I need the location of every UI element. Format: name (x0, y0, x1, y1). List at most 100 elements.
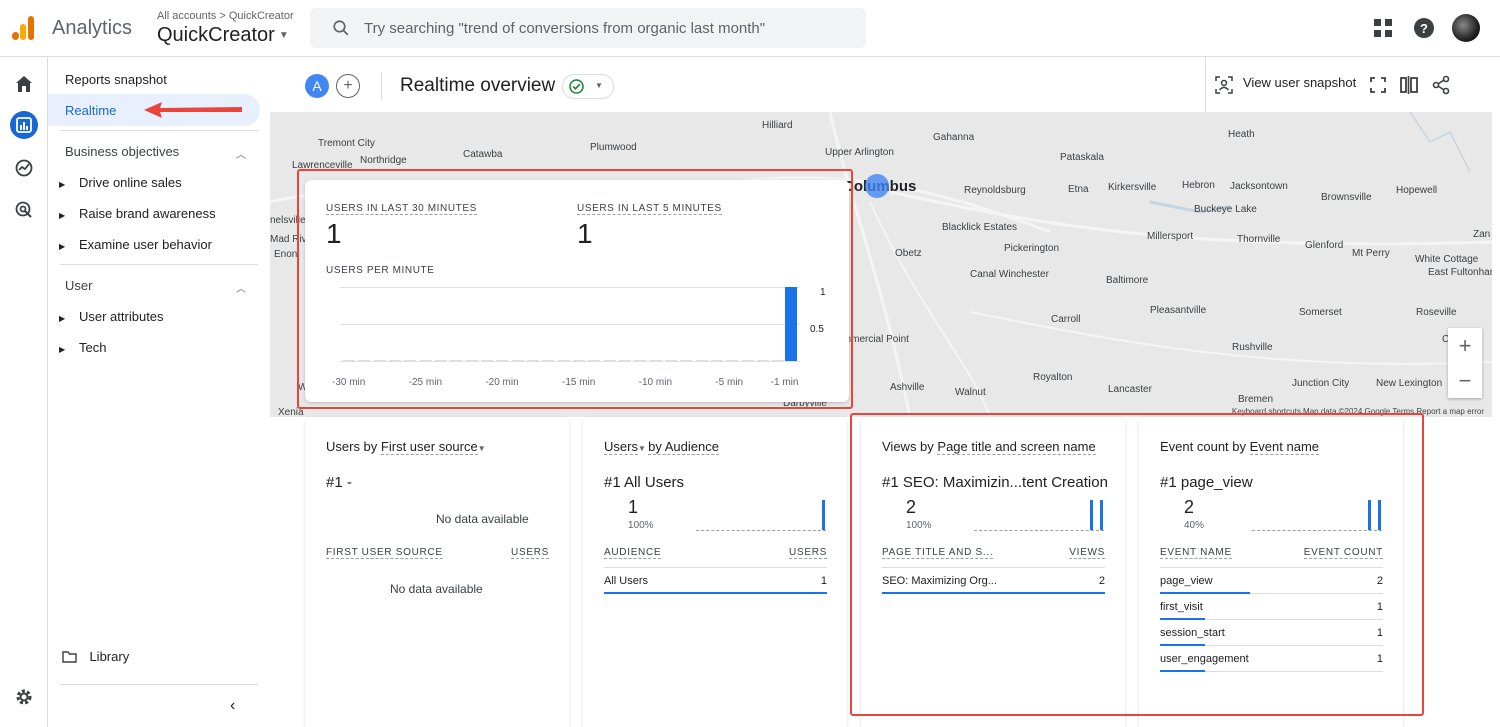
zoom-in-plus-icon[interactable]: + (1448, 328, 1482, 363)
map-city-label: New Lexington (1376, 378, 1443, 389)
map-city-label: Rushville (1232, 342, 1273, 353)
search-bar[interactable] (310, 8, 866, 48)
table-row[interactable]: All Users 1 (604, 568, 827, 594)
map-city-label: Carroll (1051, 314, 1081, 325)
nav-item-label: Raise brand awareness (79, 206, 216, 221)
map-city-label: Obetz (895, 248, 922, 259)
map-city-label: Enon (274, 249, 298, 260)
map-city-label: Reynoldsburg (964, 185, 1026, 196)
nav-library-label: Library (89, 649, 130, 665)
status-dropdown[interactable]: ▼ (562, 74, 614, 99)
map-city-label: Royalton (1033, 372, 1073, 383)
map-city-label: Bremen (1238, 394, 1274, 405)
nav-divider (60, 264, 258, 265)
map-zoom-controls: + − (1448, 328, 1482, 398)
page-title: Realtime overview (400, 75, 556, 96)
avatar[interactable] (1452, 14, 1480, 42)
map-city-label: Walnut (955, 387, 986, 398)
map-city-label: Gahanna (933, 132, 975, 143)
highlight-box-cards (850, 413, 1424, 716)
property-selector[interactable]: QuickCreator ▼ (157, 24, 289, 47)
map-city-label: Millersport (1147, 231, 1194, 242)
home-icon[interactable] (10, 70, 38, 98)
card-title[interactable]: Users▼ by Audience (604, 439, 719, 455)
map-city-label: Glenford (1305, 240, 1344, 251)
nav-item-user-attributes[interactable]: ▶ User attributes (59, 309, 164, 324)
view-user-snapshot-button[interactable]: View user snapshot (1243, 75, 1356, 90)
nav-item-examine-user-behavior[interactable]: ▶ Examine user behavior (59, 237, 212, 252)
header-divider (1205, 57, 1206, 112)
map-city-label: Jacksontown (1230, 181, 1288, 192)
user-location-dot (865, 174, 889, 198)
apps-grid-icon[interactable] (1371, 16, 1395, 40)
fullscreen-icon[interactable] (1368, 75, 1388, 95)
nav-section-user[interactable]: User (65, 278, 92, 293)
no-data-text: No data available (436, 512, 529, 526)
map-city-label: Mt Perry (1352, 248, 1390, 259)
top-rank: #1 All Users (604, 474, 685, 491)
row-value: 1 (820, 575, 827, 587)
nav-divider (60, 130, 258, 131)
user-snapshot-icon[interactable] (1214, 75, 1234, 95)
map-city-label: Upper Arlington (825, 147, 894, 158)
nav-section-business-objectives[interactable]: Business objectives (65, 144, 179, 159)
dimension-selector[interactable]: First user source (380, 439, 478, 455)
compare-columns-icon[interactable] (1399, 75, 1419, 95)
add-comparison-plus-icon[interactable]: + (336, 74, 360, 98)
map-city-label: Blacklick Estates (942, 222, 1018, 233)
collapse-nav-chevron-left-icon[interactable]: ‹ (230, 697, 235, 715)
svg-text:?: ? (1420, 21, 1428, 36)
settings-gear-icon[interactable] (10, 683, 38, 711)
main-content: A + Realtime overview ▼ View user snapsh… (270, 57, 1500, 727)
map-city-label: Heath (1228, 129, 1255, 140)
map-city-label: Etna (1068, 184, 1089, 195)
nav-item-raise-brand-awareness[interactable]: ▶ Raise brand awareness (59, 206, 216, 221)
map-city-label: Thornville (1237, 234, 1281, 245)
map-city-label: Pleasantville (1150, 305, 1207, 316)
nav-item-label: User attributes (79, 309, 164, 324)
nav-item-label: Tech (79, 340, 107, 355)
card-title[interactable]: Users by First user source▼ (326, 439, 486, 455)
analytics-logo-icon[interactable] (12, 16, 36, 40)
top-percent: 100% (628, 520, 654, 531)
caret-down-icon: ▼ (595, 81, 603, 90)
zoom-out-minus-icon[interactable]: − (1448, 363, 1482, 398)
reports-icon[interactable] (10, 111, 38, 139)
expand-arrow-icon: ▶ (59, 242, 66, 251)
caret-down-icon: ▼ (637, 444, 649, 453)
row-label: All Users (604, 575, 649, 587)
property-name: QuickCreator (157, 24, 275, 46)
help-icon[interactable]: ? (1412, 16, 1436, 40)
search-icon (333, 20, 349, 36)
chevron-up-icon[interactable]: ︿ (236, 280, 246, 295)
map-city-label: Catawba (463, 149, 503, 160)
nav-item-drive-online-sales[interactable]: ▶ Drive online sales (59, 175, 182, 190)
comparison-badge[interactable]: A (305, 74, 329, 98)
red-arrow-annotation (144, 102, 242, 118)
map-city-label: Zan (1473, 229, 1491, 240)
top-rank: #1 - (326, 474, 352, 491)
left-rail (0, 57, 48, 727)
chevron-up-icon[interactable]: ︿ (236, 146, 246, 161)
account-breadcrumb[interactable]: All accounts > QuickCreator (157, 10, 294, 22)
advertising-icon[interactable] (10, 196, 38, 224)
map-city-label: East Fultonham (1428, 267, 1492, 278)
nav-library[interactable]: Library (62, 648, 129, 666)
row-bar (604, 592, 827, 594)
share-icon[interactable] (1431, 75, 1451, 95)
map-city-label: Northridge (360, 155, 407, 166)
search-input[interactable] (364, 8, 854, 48)
map-city-label: Lancaster (1108, 384, 1152, 395)
card-users-by-first-user-source: Users by First user source▼ #1 - No data… (305, 417, 569, 727)
explore-icon[interactable] (10, 154, 38, 182)
nav-item-label: Examine user behavior (79, 237, 212, 252)
map-city-label: Tremont City (318, 138, 375, 149)
nav-reports-snapshot[interactable]: Reports snapshot (65, 72, 167, 87)
nav-item-tech[interactable]: ▶ Tech (59, 340, 106, 355)
expand-arrow-icon: ▶ (59, 180, 66, 189)
nav-realtime-label: Realtime (65, 103, 117, 118)
map-city-label: Somerset (1299, 307, 1342, 318)
metric-selector[interactable]: Users (604, 439, 638, 455)
map-city-label: Plumwood (590, 142, 637, 153)
side-nav: Reports snapshot Realtime Business objec… (48, 57, 270, 727)
